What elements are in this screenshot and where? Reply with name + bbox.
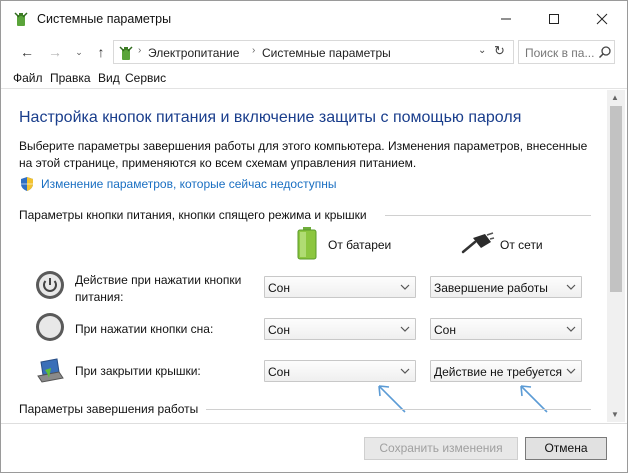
chevron-down-icon bbox=[400, 326, 410, 332]
change-link-label: Изменение параметров, которые сейчас нед… bbox=[41, 177, 337, 191]
breadcrumb-power-options[interactable]: Электропитание bbox=[148, 46, 239, 60]
section-divider bbox=[385, 215, 591, 216]
section-header-buttons: Параметры кнопки питания, кнопки спящего… bbox=[19, 208, 367, 222]
menu-edit[interactable]: Правка bbox=[50, 71, 91, 85]
scrollbar-thumb[interactable] bbox=[610, 106, 622, 292]
forward-button[interactable]: → bbox=[45, 42, 65, 62]
column-header-plugged-in: От сети bbox=[500, 238, 543, 252]
search-placeholder: Поиск в пa... bbox=[525, 46, 595, 60]
power-options-location-icon bbox=[119, 46, 133, 60]
lid-close-battery-select[interactable]: Сон bbox=[264, 360, 416, 382]
chevron-down-icon bbox=[566, 368, 576, 374]
power-button-plugged-select[interactable]: Завершение работы bbox=[430, 276, 582, 298]
menu-bar: Файл Правка Вид Сервис bbox=[1, 67, 627, 89]
maximize-icon bbox=[549, 14, 559, 24]
window: Системные параметры ← → ⌄ ↑ › Электропит… bbox=[0, 0, 628, 473]
annotation-arrow-icon bbox=[520, 385, 548, 413]
minimize-icon bbox=[501, 18, 511, 20]
page-title: Настройка кнопок питания и включение защ… bbox=[19, 109, 522, 126]
page-description: Выберите параметры завершения работы для… bbox=[19, 139, 588, 170]
address-bar: ← → ⌄ ↑ › Электропитание › Системные пар… bbox=[1, 39, 627, 65]
power-options-app-icon bbox=[14, 12, 28, 26]
vertical-scrollbar[interactable]: ▲ ▼ bbox=[607, 90, 625, 422]
menu-tools[interactable]: Сервис bbox=[125, 71, 166, 85]
select-value: Сон bbox=[268, 281, 290, 295]
search-input[interactable]: Поиск в пa... bbox=[518, 40, 615, 64]
power-button-icon bbox=[36, 271, 64, 299]
close-button[interactable] bbox=[580, 5, 624, 33]
cancel-button[interactable]: Отмена bbox=[525, 437, 607, 460]
content-pane: Настройка кнопок питания и включение защ… bbox=[1, 90, 607, 430]
chevron-down-icon bbox=[566, 284, 576, 290]
select-value: Сон bbox=[268, 365, 290, 379]
save-changes-button[interactable]: Сохранить изменения bbox=[364, 437, 518, 460]
lid-close-plugged-select[interactable]: Действие не требуется bbox=[430, 360, 582, 382]
refresh-icon[interactable]: ↻ bbox=[494, 43, 505, 59]
section-header-shutdown: Параметры завершения работы bbox=[19, 402, 199, 416]
search-icon bbox=[598, 46, 611, 59]
uac-shield-icon bbox=[21, 177, 33, 191]
battery-icon bbox=[297, 227, 317, 260]
sleep-button-icon bbox=[36, 313, 64, 341]
annotation-arrow-icon bbox=[378, 385, 406, 413]
row-label-lid-close: При закрытии крышки: bbox=[75, 364, 201, 378]
row-label-power-button: Действие при нажатии кнопки питания: bbox=[75, 272, 241, 306]
menu-file[interactable]: Файл bbox=[13, 71, 43, 85]
power-button-battery-select[interactable]: Сон bbox=[264, 276, 416, 298]
select-value: Завершение работы bbox=[434, 281, 548, 295]
breadcrumb-system-settings[interactable]: Системные параметры bbox=[262, 46, 391, 60]
menu-view[interactable]: Вид bbox=[98, 71, 120, 85]
maximize-button[interactable] bbox=[532, 5, 576, 33]
breadcrumb-separator: › bbox=[252, 45, 256, 56]
row-label-power-button-line1: Действие при нажатии кнопки bbox=[75, 273, 242, 287]
address-history-chevron-icon[interactable]: ⌄ bbox=[478, 45, 486, 56]
sleep-button-plugged-select[interactable]: Сон bbox=[430, 318, 582, 340]
title-bar: Системные параметры bbox=[1, 1, 627, 37]
sleep-button-battery-select[interactable]: Сон bbox=[264, 318, 416, 340]
chevron-down-icon bbox=[400, 368, 410, 374]
minimize-button[interactable] bbox=[484, 5, 528, 33]
column-header-battery: От батареи bbox=[328, 238, 392, 252]
chevron-down-icon bbox=[400, 284, 410, 290]
footer: Сохранить изменения Отмена bbox=[1, 423, 627, 472]
back-button[interactable]: ← bbox=[17, 42, 37, 62]
select-value: Сон bbox=[268, 323, 290, 337]
row-label-sleep-button: При нажатии кнопки сна: bbox=[75, 322, 214, 336]
scroll-up-arrow-icon[interactable]: ▲ bbox=[611, 93, 619, 102]
laptop-lid-icon bbox=[37, 358, 64, 383]
window-title: Системные параметры bbox=[37, 12, 172, 26]
breadcrumb-separator: › bbox=[138, 45, 142, 56]
address-box[interactable]: › Электропитание › Системные параметры ⌄… bbox=[113, 40, 514, 64]
section-divider bbox=[206, 409, 591, 410]
select-value: Действие не требуется bbox=[434, 365, 563, 379]
close-icon bbox=[596, 13, 608, 25]
scroll-down-arrow-icon[interactable]: ▼ bbox=[611, 410, 619, 419]
chevron-down-icon bbox=[566, 326, 576, 332]
row-label-power-button-line2: питания: bbox=[75, 290, 124, 304]
power-plug-icon bbox=[461, 232, 495, 254]
up-button[interactable]: ↑ bbox=[91, 42, 111, 62]
recent-locations-button[interactable]: ⌄ bbox=[69, 42, 89, 62]
select-value: Сон bbox=[434, 323, 456, 337]
